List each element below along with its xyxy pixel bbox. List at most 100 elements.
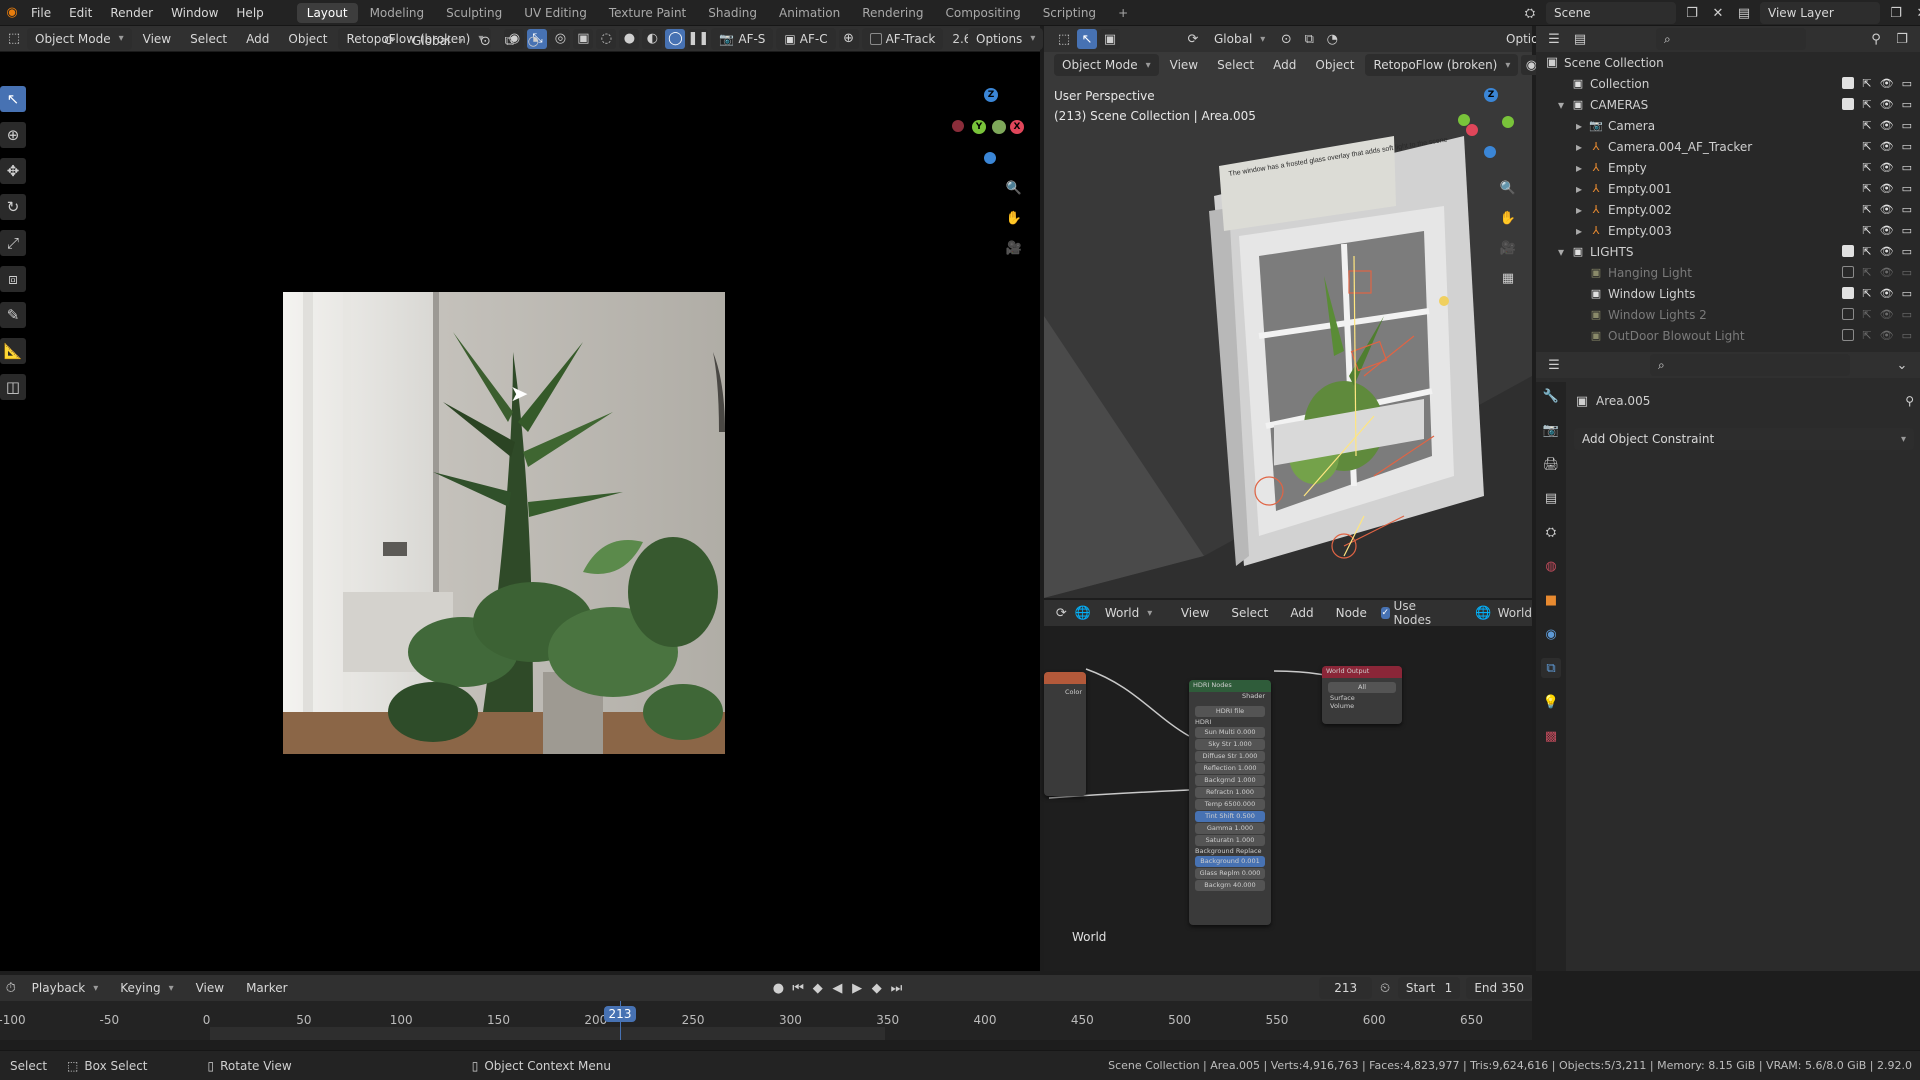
render-tab-icon[interactable]: 📷 [1541,420,1561,440]
menu-view[interactable]: View [1173,602,1217,624]
af-s-button[interactable]: 📷 AF-S [711,27,774,50]
outliner-item[interactable]: ▸ ⅄ Camera.004_AF_Tracker ⇱ 👁 ▭ [1536,136,1920,157]
scale-tool-icon[interactable]: ⤢ [0,230,26,256]
color-node[interactable]: Color [1044,672,1086,796]
x-axis-icon[interactable] [1466,124,1478,136]
tab-modeling[interactable]: Modeling [360,3,435,23]
tab-scripting[interactable]: Scripting [1033,3,1106,23]
start-frame-field[interactable]: Start 1 [1397,977,1461,999]
end-frame-field[interactable]: End 350 [1466,977,1533,999]
select-arrow-icon[interactable]: ⇱ [1862,308,1871,321]
jump-end-icon[interactable]: ⏭ [890,978,904,998]
add-workspace-icon[interactable]: + [1108,3,1138,23]
select-arrow-icon[interactable]: ⇱ [1862,287,1871,300]
use-nodes-checkbox[interactable]: ✓ [1380,607,1390,619]
exclude-checkbox[interactable] [1842,308,1855,320]
select-arrow-icon[interactable]: ⇱ [1862,224,1871,237]
view-layer-icon[interactable]: ▤ [1734,3,1754,23]
eye-icon[interactable]: 👁 [1880,140,1894,153]
select-arrow-icon[interactable]: ⇱ [1862,119,1871,132]
shading-material-icon[interactable]: ◐ [642,28,663,49]
render-visibility-icon[interactable]: ▭ [1902,329,1912,342]
editor-type-icon[interactable]: ⏱ [4,978,18,998]
outliner-item[interactable]: ▾ ▣ LIGHTS ⇱ 👁 ▭ [1536,241,1920,262]
new-view-layer-icon[interactable]: ❐ [1886,3,1906,23]
orientation-dropdown[interactable]: Global [404,30,471,52]
next-keyframe-icon[interactable]: ◆ [870,978,884,998]
menu-select-right[interactable]: Select [1209,54,1262,76]
chevron-right-icon[interactable]: ▸ [1576,182,1588,196]
af-track-button[interactable]: AF-Track [861,27,944,50]
diffuse-strength-field[interactable]: Diffuse Str 1.000 [1195,751,1265,762]
menu-node[interactable]: Node [1328,602,1375,624]
menu-view-right[interactable]: View [1162,54,1206,76]
tint-shift-field[interactable]: Tint Shift 0.500 [1195,811,1265,822]
editor-type-icon[interactable]: ⟳ [1054,603,1069,623]
outliner-item[interactable]: ▸ 📷 Camera ⇱ 👁 ▭ [1536,115,1920,136]
camera-view-icon[interactable]: 🎥 [1004,238,1024,258]
render-visibility-icon[interactable]: ▭ [1902,245,1912,258]
play-icon[interactable]: ▶ [850,978,864,998]
tab-shading[interactable]: Shading [698,3,767,23]
new-collection-icon[interactable]: ❐ [1892,29,1912,49]
tab-uv-editing[interactable]: UV Editing [514,3,597,23]
play-reverse-icon[interactable]: ◀ [831,978,845,998]
close-view-layer-icon[interactable]: ✕ [1912,3,1920,23]
options-dropdown[interactable]: Options [968,27,1044,50]
playhead-marker[interactable]: 213 [604,1006,636,1022]
neg-x-axis-icon[interactable] [952,120,964,132]
outliner-item[interactable]: ▣ Collection ⇱ 👁 ▭ [1536,73,1920,94]
close-scene-icon[interactable]: ✕ [1708,3,1728,23]
camera-viewport[interactable]: ⬚ Object Mode View Select Add Object Ret… [0,26,1044,971]
chevron-right-icon[interactable]: ▸ [1576,224,1588,238]
select-box-icon[interactable]: ↖ [1077,29,1097,49]
constraint-tab-icon[interactable]: ⧉ [1541,658,1561,678]
view-layer-tab-icon[interactable]: ▤ [1541,488,1561,508]
menu-add[interactable]: Add [238,28,277,50]
neg-y-axis-icon[interactable] [1502,116,1514,128]
outliner-item[interactable]: ▣ Window Lights 2 ⇱ 👁 ▭ [1536,304,1920,325]
clock-icon[interactable]: ⏲ [1378,978,1392,998]
exclude-checkbox[interactable] [1842,98,1855,110]
x-axis-icon[interactable]: X [1010,120,1024,134]
select-arrow-icon[interactable]: ⇱ [1862,203,1871,216]
chevron-right-icon[interactable]: ▸ [1576,119,1588,133]
prev-keyframe-icon[interactable]: ◆ [811,978,825,998]
sky-strength-field[interactable]: Sky Str 1.000 [1195,739,1265,750]
eye-icon[interactable]: 👁 [1880,329,1894,342]
measure-tool-icon[interactable]: 📐 [0,338,26,364]
z-axis-icon[interactable]: Z [1484,88,1498,102]
chevron-right-icon[interactable]: ▸ [1576,203,1588,217]
world-browse-icon[interactable]: 🌐 [1475,603,1491,623]
properties-panel[interactable]: ☰ ⌕ ⌄ 🔧 📷 🖨 ▤ ⛭ ◍ ■ ◉ ⧉ 💡 ▩ ▣ Area.005 ⚲… [1536,352,1920,971]
render-visibility-icon[interactable]: ▭ [1902,308,1912,321]
af-track-checkbox[interactable] [869,32,882,45]
playback-menu[interactable]: Playback [24,977,107,999]
view-menu[interactable]: View [188,977,232,999]
select-arrow-icon[interactable]: ⇱ [1862,182,1871,195]
hdri-image-field[interactable]: HDRI file [1195,706,1265,717]
pivot-icon[interactable]: ⊙ [475,31,495,51]
exclude-checkbox[interactable] [1842,266,1855,278]
proportional-icon[interactable]: ◔ [1322,29,1342,49]
select-arrow-icon[interactable]: ⇱ [1862,266,1871,279]
outliner-item[interactable]: ▾ ▣ CAMERAS ⇱ 👁 ▭ [1536,94,1920,115]
outliner-item[interactable]: ▸ ⅄ Empty ⇱ 👁 ▭ [1536,157,1920,178]
outliner-search-input[interactable]: ⌕ [1656,28,1806,50]
eye-icon[interactable]: 👁 [1880,98,1894,111]
menu-file[interactable]: File [22,6,60,20]
menu-add-right[interactable]: Add [1265,54,1304,76]
outliner-item[interactable]: ▸ ⅄ Empty.002 ⇱ 👁 ▭ [1536,199,1920,220]
scene-viewport[interactable]: ⬚ ↖ ▣ ⟳ Global ⊙ ⧉ ◔ Optio Object Mode V… [1044,26,1542,598]
editor-type-icon[interactable]: ☰ [1544,29,1564,49]
tab-animation[interactable]: Animation [769,3,850,23]
refraction-field[interactable]: Refractn 1.000 [1195,787,1265,798]
add-cube-tool-icon[interactable]: ◫ [0,374,26,400]
use-nodes-toggle[interactable]: ✓ Use Nodes [1380,599,1440,627]
render-visibility-icon[interactable]: ▭ [1902,182,1912,195]
background-strength-field[interactable]: Backgrn 40.000 [1195,880,1265,891]
tab-layout[interactable]: Layout [296,2,358,23]
cursor-tool-icon[interactable]: ⊕ [0,122,26,148]
menu-help[interactable]: Help [227,6,272,20]
eye-icon[interactable]: 👁 [1880,77,1894,90]
